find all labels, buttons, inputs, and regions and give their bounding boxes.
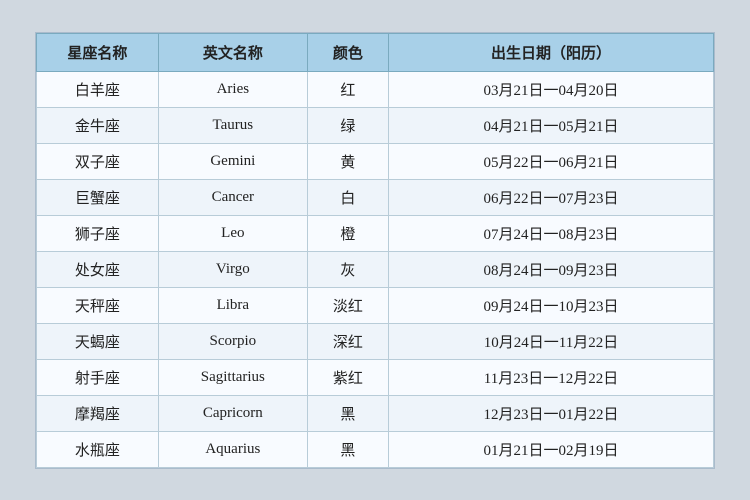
- cell-color: 深红: [307, 323, 388, 359]
- cell-english: Gemini: [158, 143, 307, 179]
- cell-english: Taurus: [158, 107, 307, 143]
- cell-color: 黄: [307, 143, 388, 179]
- cell-color: 黑: [307, 431, 388, 467]
- table-row: 金牛座Taurus绿04月21日一05月21日: [37, 107, 714, 143]
- table-row: 天蝎座Scorpio深红10月24日一11月22日: [37, 323, 714, 359]
- table-row: 水瓶座Aquarius黑01月21日一02月19日: [37, 431, 714, 467]
- cell-date: 07月24日一08月23日: [389, 215, 714, 251]
- table-row: 狮子座Leo橙07月24日一08月23日: [37, 215, 714, 251]
- cell-chinese: 白羊座: [37, 71, 159, 107]
- cell-english: Aquarius: [158, 431, 307, 467]
- cell-chinese: 天蝎座: [37, 323, 159, 359]
- table-row: 天秤座Libra淡红09月24日一10月23日: [37, 287, 714, 323]
- cell-english: Libra: [158, 287, 307, 323]
- table-row: 白羊座Aries红03月21日一04月20日: [37, 71, 714, 107]
- cell-chinese: 摩羯座: [37, 395, 159, 431]
- table-row: 双子座Gemini黄05月22日一06月21日: [37, 143, 714, 179]
- cell-color: 橙: [307, 215, 388, 251]
- table-row: 处女座Virgo灰08月24日一09月23日: [37, 251, 714, 287]
- cell-chinese: 巨蟹座: [37, 179, 159, 215]
- cell-date: 01月21日一02月19日: [389, 431, 714, 467]
- zodiac-table-container: 星座名称 英文名称 颜色 出生日期（阳历） 白羊座Aries红03月21日一04…: [35, 32, 715, 469]
- header-date: 出生日期（阳历）: [389, 33, 714, 71]
- cell-english: Aries: [158, 71, 307, 107]
- cell-english: Scorpio: [158, 323, 307, 359]
- cell-date: 12月23日一01月22日: [389, 395, 714, 431]
- zodiac-table: 星座名称 英文名称 颜色 出生日期（阳历） 白羊座Aries红03月21日一04…: [36, 33, 714, 468]
- cell-date: 03月21日一04月20日: [389, 71, 714, 107]
- cell-chinese: 处女座: [37, 251, 159, 287]
- header-english: 英文名称: [158, 33, 307, 71]
- cell-color: 绿: [307, 107, 388, 143]
- cell-chinese: 射手座: [37, 359, 159, 395]
- header-chinese: 星座名称: [37, 33, 159, 71]
- cell-date: 05月22日一06月21日: [389, 143, 714, 179]
- cell-color: 白: [307, 179, 388, 215]
- cell-english: Sagittarius: [158, 359, 307, 395]
- cell-chinese: 金牛座: [37, 107, 159, 143]
- table-row: 摩羯座Capricorn黑12月23日一01月22日: [37, 395, 714, 431]
- cell-chinese: 双子座: [37, 143, 159, 179]
- cell-color: 淡红: [307, 287, 388, 323]
- cell-date: 10月24日一11月22日: [389, 323, 714, 359]
- cell-date: 08月24日一09月23日: [389, 251, 714, 287]
- cell-english: Capricorn: [158, 395, 307, 431]
- table-row: 射手座Sagittarius紫红11月23日一12月22日: [37, 359, 714, 395]
- cell-english: Cancer: [158, 179, 307, 215]
- cell-chinese: 天秤座: [37, 287, 159, 323]
- cell-color: 灰: [307, 251, 388, 287]
- cell-color: 红: [307, 71, 388, 107]
- cell-date: 11月23日一12月22日: [389, 359, 714, 395]
- cell-chinese: 狮子座: [37, 215, 159, 251]
- table-header-row: 星座名称 英文名称 颜色 出生日期（阳历）: [37, 33, 714, 71]
- cell-chinese: 水瓶座: [37, 431, 159, 467]
- cell-date: 04月21日一05月21日: [389, 107, 714, 143]
- cell-color: 紫红: [307, 359, 388, 395]
- cell-date: 06月22日一07月23日: [389, 179, 714, 215]
- cell-english: Leo: [158, 215, 307, 251]
- header-color: 颜色: [307, 33, 388, 71]
- cell-english: Virgo: [158, 251, 307, 287]
- table-row: 巨蟹座Cancer白06月22日一07月23日: [37, 179, 714, 215]
- cell-color: 黑: [307, 395, 388, 431]
- cell-date: 09月24日一10月23日: [389, 287, 714, 323]
